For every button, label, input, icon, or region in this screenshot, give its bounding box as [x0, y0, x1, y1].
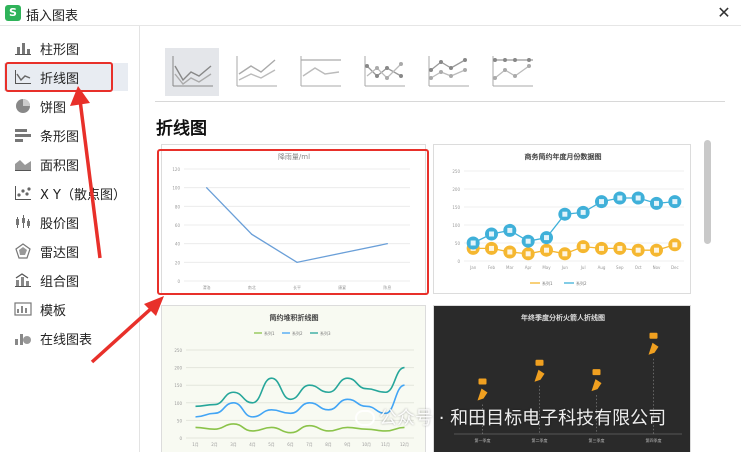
annotation-arrows	[70, 86, 164, 364]
